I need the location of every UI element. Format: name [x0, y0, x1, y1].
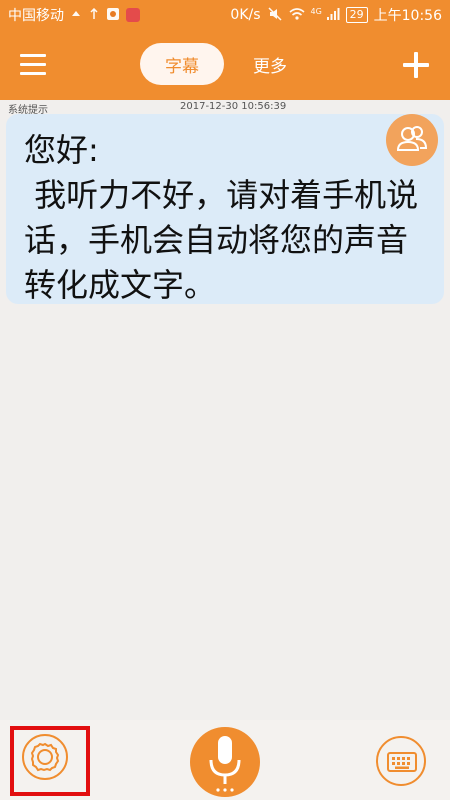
tab-more[interactable]: 更多 — [240, 43, 300, 85]
mute-icon — [267, 6, 283, 24]
plus-icon[interactable] — [403, 52, 429, 78]
contacts-icon[interactable] — [386, 114, 438, 166]
tab-subtitles[interactable]: 字幕 — [140, 43, 224, 85]
signal-icon: 4G — [311, 7, 340, 24]
keyboard-icon — [387, 752, 417, 772]
clock: 上午10:56 — [373, 8, 442, 24]
message-meta: 系统提示 2017-12-30 10:56:39 — [0, 100, 450, 116]
tab-subtitles-label: 字幕 — [165, 56, 199, 77]
usb-icon — [88, 7, 100, 23]
microphone-button[interactable] — [190, 727, 260, 797]
status-bar: 中国移动 0K/s 4G 29 上午10:56 — [0, 0, 450, 30]
wifi-icon — [288, 7, 305, 24]
network-speed: 0K/s — [230, 7, 261, 23]
settings-button[interactable] — [22, 734, 68, 780]
message-bubble: 您好: 我听力不好，请对着手机说话，手机会自动将您的声音转化成文字。 — [6, 114, 444, 304]
microphone-icon — [209, 736, 241, 792]
top-nav-bar: 字幕 更多 — [0, 30, 450, 100]
menu-icon[interactable] — [20, 54, 46, 76]
keyboard-button[interactable] — [376, 736, 426, 786]
network-type: 4G — [310, 6, 322, 16]
gear-icon — [30, 742, 60, 772]
message-text: 您好: 我听力不好，请对着手机说话，手机会自动将您的声音转化成文字。 — [24, 131, 419, 304]
tab-more-label: 更多 — [253, 56, 287, 77]
notification-icon — [70, 8, 82, 23]
app-notification-icon — [106, 7, 120, 24]
app-badge-icon — [126, 8, 140, 22]
carrier-label: 中国移动 — [8, 8, 64, 24]
message-timestamp: 2017-12-30 10:56:39 — [180, 101, 287, 112]
battery-indicator: 29 — [345, 7, 368, 23]
